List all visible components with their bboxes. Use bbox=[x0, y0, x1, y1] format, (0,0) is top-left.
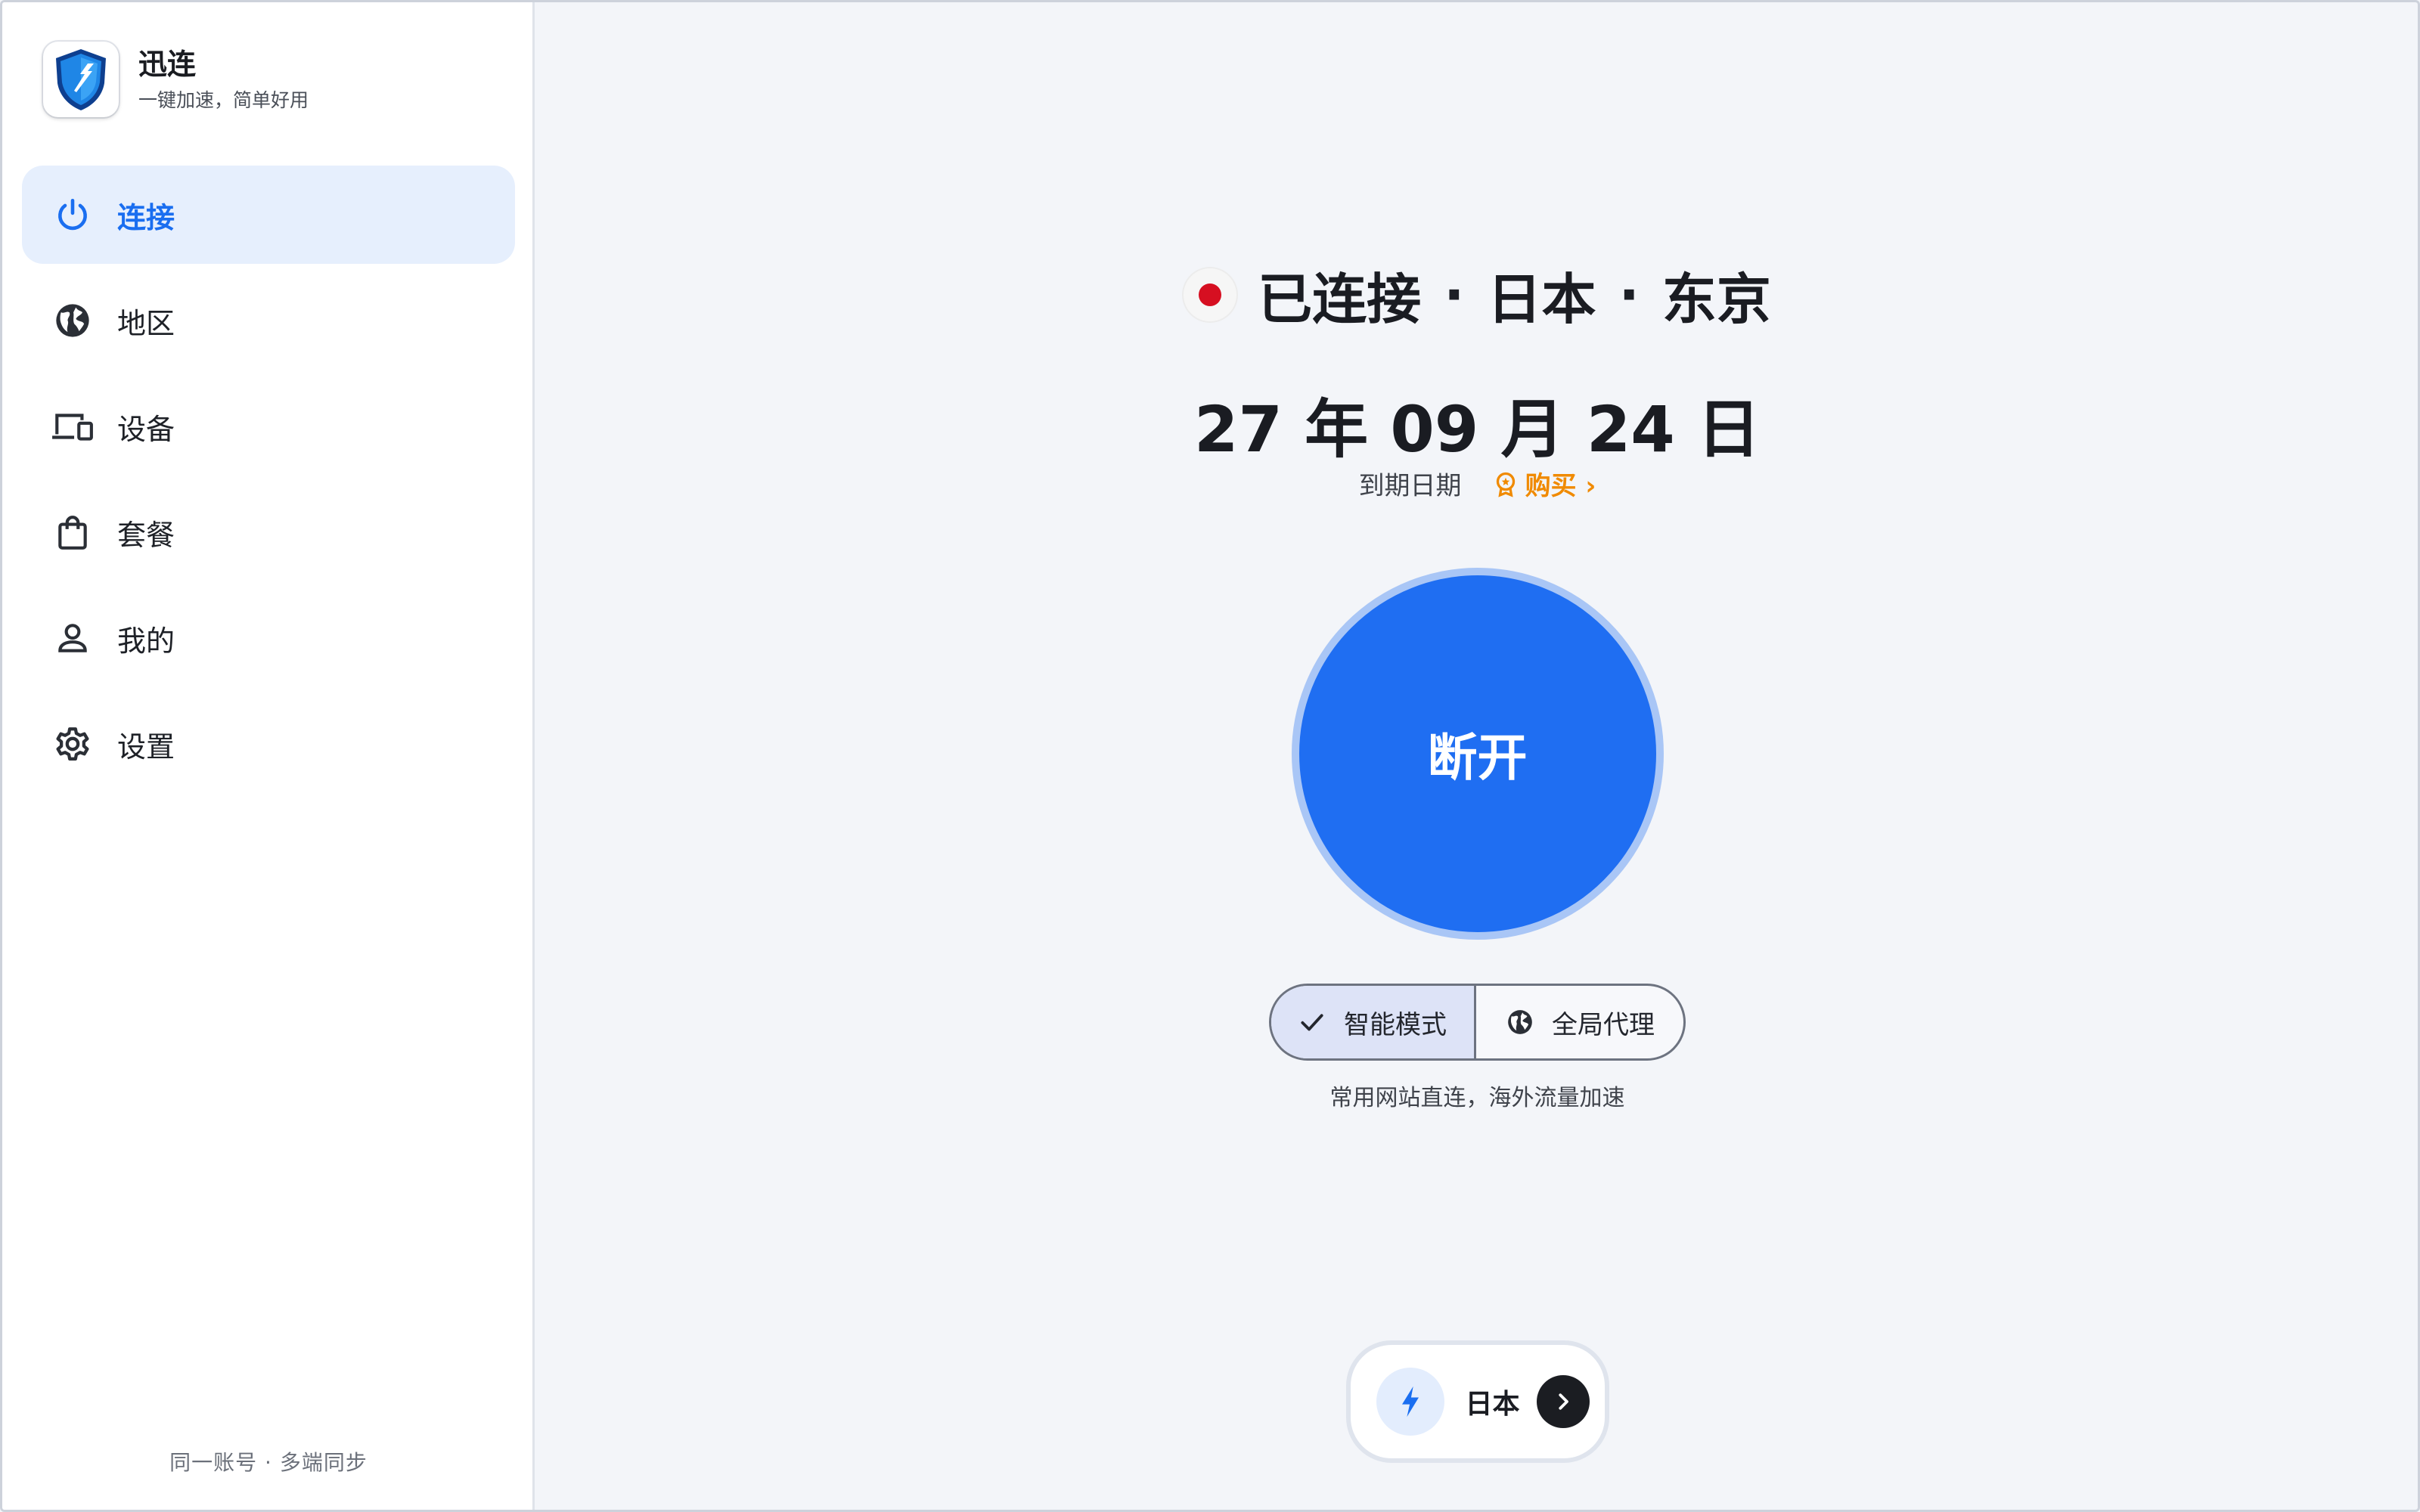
disconnect-button[interactable]: 断开 bbox=[1291, 568, 1664, 940]
status-city: 东京 bbox=[1661, 268, 1771, 331]
power-icon bbox=[51, 193, 95, 237]
sidebar-item-label: 连接 bbox=[117, 200, 175, 234]
main-panel: 已连接 · 日本 · 东京 27 年 09 月 24 日 到期日期 购买 › 断… bbox=[537, 2, 2418, 1510]
global-proxy-option[interactable]: 全局代理 bbox=[1476, 986, 1683, 1058]
sidebar-item-label: 设备 bbox=[117, 412, 175, 446]
check-icon bbox=[1297, 1007, 1327, 1037]
sidebar: 迅连 一键加速，简单好用 连接 地区 设备 套餐 我的 设置 同一账号 · 多端… bbox=[2, 2, 535, 1510]
sidebar-footer: 同一账号 · 多端同步 bbox=[169, 1450, 368, 1475]
chevron-right-icon bbox=[1536, 1375, 1590, 1428]
mode-toggle: 智能模式 全局代理 bbox=[1269, 984, 1686, 1061]
sidebar-item-label: 地区 bbox=[117, 306, 175, 340]
shopping-bag-icon bbox=[51, 510, 95, 554]
sidebar-item-settings[interactable]: 设置 bbox=[22, 695, 515, 793]
person-icon bbox=[51, 616, 95, 660]
expiry-row: 到期日期 购买 › bbox=[537, 465, 2418, 502]
globe-icon bbox=[1505, 1007, 1535, 1037]
app-tagline: 一键加速，简单好用 bbox=[138, 89, 309, 111]
sidebar-item-plans[interactable]: 套餐 bbox=[22, 483, 515, 581]
medal-icon bbox=[1496, 472, 1515, 497]
smart-mode-label: 智能模式 bbox=[1344, 1009, 1447, 1040]
app-logo-icon bbox=[43, 42, 119, 117]
status-country: 日本 bbox=[1487, 268, 1596, 331]
smart-mode-option[interactable]: 智能模式 bbox=[1271, 986, 1474, 1058]
connection-status: 已连接 · 日本 · 东京 bbox=[537, 255, 2418, 334]
brand: 迅连 一键加速，简单好用 bbox=[43, 42, 309, 117]
gear-icon bbox=[51, 722, 95, 766]
sidebar-nav: 连接 地区 设备 套餐 我的 设置 bbox=[22, 166, 515, 801]
status-separator: · bbox=[1444, 262, 1465, 327]
sidebar-item-label: 我的 bbox=[117, 624, 175, 658]
mode-description: 常用网站直连，海外流量加速 bbox=[1329, 1085, 1625, 1111]
sidebar-item-devices[interactable]: 设备 bbox=[22, 377, 515, 476]
expiry-label: 到期日期 bbox=[1358, 471, 1462, 501]
app-name: 迅连 bbox=[138, 48, 197, 81]
sidebar-item-label: 套餐 bbox=[117, 518, 175, 552]
buy-label: 购买 › bbox=[1525, 471, 1596, 501]
region-name: 日本 bbox=[1465, 1389, 1520, 1420]
buy-link[interactable]: 购买 › bbox=[1492, 465, 1596, 502]
globe-icon bbox=[51, 299, 95, 342]
bolt-icon bbox=[1376, 1368, 1444, 1436]
sidebar-item-label: 设置 bbox=[117, 730, 175, 764]
sidebar-item-profile[interactable]: 我的 bbox=[22, 589, 515, 687]
sidebar-item-connect[interactable]: 连接 bbox=[22, 166, 515, 264]
region-selector-button[interactable]: 日本 bbox=[1345, 1340, 1609, 1463]
expiry-date: 27 年 09 月 24 日 bbox=[1194, 392, 1761, 466]
global-proxy-label: 全局代理 bbox=[1552, 1009, 1655, 1040]
devices-icon bbox=[51, 404, 95, 448]
status-separator: · bbox=[1618, 262, 1640, 327]
sidebar-item-region[interactable]: 地区 bbox=[22, 271, 515, 370]
japan-flag-icon bbox=[1184, 268, 1237, 321]
app-window: 迅连 一键加速，简单好用 连接 地区 设备 套餐 我的 设置 同一账号 · 多端… bbox=[0, 0, 2420, 1512]
status-state: 已连接 bbox=[1258, 268, 1422, 331]
